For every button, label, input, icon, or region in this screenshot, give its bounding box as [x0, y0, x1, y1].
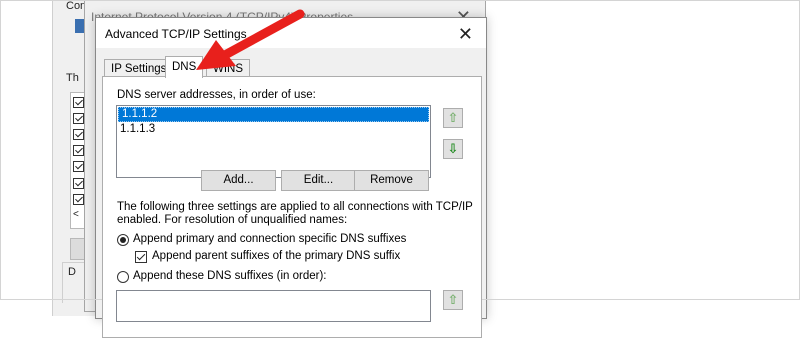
append-primary-radio[interactable] [117, 234, 129, 246]
info-text-line1: The following three settings are applied… [117, 201, 473, 213]
append-these-label: Append these DNS suffixes (in order): [133, 270, 327, 282]
move-down-button[interactable]: ⇩ [443, 139, 463, 159]
suffix-move-up-button[interactable]: ⇧ [443, 290, 463, 310]
move-up-button[interactable]: ⇧ [443, 108, 463, 128]
dns-server-item[interactable]: 1.1.1.3 [117, 123, 430, 136]
background-group-label: D [68, 266, 76, 278]
close-icon[interactable]: ✕ [458, 24, 473, 45]
background-item-checkbox[interactable] [73, 97, 84, 108]
scroll-left-icon[interactable]: < [73, 209, 79, 220]
remove-dns-button[interactable]: Remove [354, 170, 429, 191]
dns-server-list[interactable]: 1.1.1.2 1.1.1.3 [116, 105, 431, 178]
background-item-checkbox[interactable] [73, 113, 84, 124]
append-these-radio[interactable] [117, 271, 129, 283]
background-section-label: Th [66, 72, 79, 84]
dialog-titlebar: Advanced TCP/IP Settings ✕ [96, 18, 486, 48]
background-item-checkbox[interactable] [73, 194, 84, 205]
arrow-down-icon: ⇩ [447, 141, 459, 156]
info-text-line2: enabled. For resolution of unqualified n… [117, 214, 348, 226]
dns-list-label: DNS server addresses, in order of use: [117, 89, 316, 101]
add-dns-button[interactable]: Add... [201, 170, 276, 191]
advanced-tcpip-dialog: Advanced TCP/IP Settings ✕ IP Settings D… [95, 17, 487, 338]
dns-server-item[interactable]: 1.1.1.2 [118, 107, 429, 122]
dialog-title: Advanced TCP/IP Settings [105, 27, 247, 41]
append-parent-checkbox[interactable] [135, 251, 147, 263]
background-item-checkbox[interactable] [73, 178, 84, 189]
arrow-up-icon: ⇧ [447, 110, 459, 125]
dns-suffix-list[interactable] [116, 290, 431, 322]
append-parent-label: Append parent suffixes of the primary DN… [152, 250, 401, 262]
background-item-checkbox[interactable] [73, 129, 84, 140]
tab-dns[interactable]: DNS [165, 56, 204, 78]
background-item-checkbox[interactable] [73, 145, 84, 156]
background-item-checkbox[interactable] [73, 161, 84, 172]
append-primary-label: Append primary and connection specific D… [133, 233, 407, 245]
edit-dns-button[interactable]: Edit... [281, 170, 356, 191]
